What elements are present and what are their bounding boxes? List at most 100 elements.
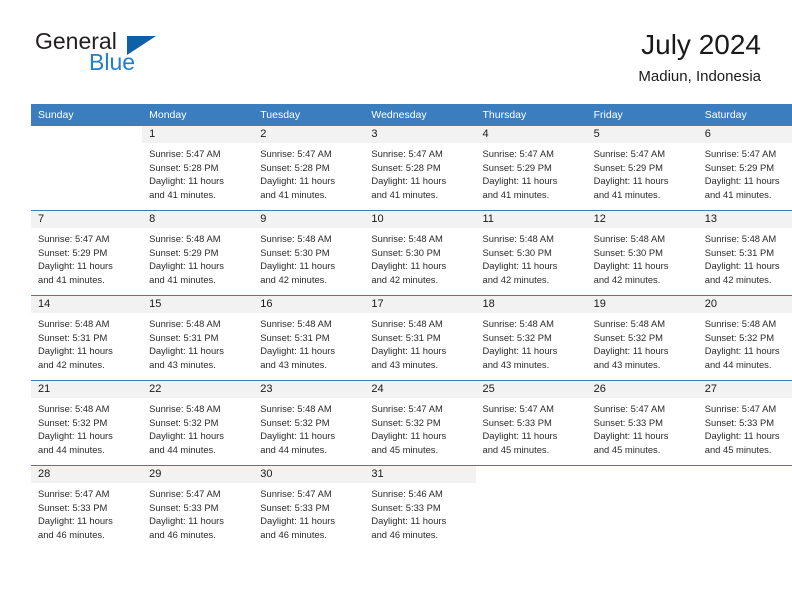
- sunrise-text: Sunrise: 5:47 AM: [482, 148, 554, 159]
- sunset-text: Sunset: 5:31 PM: [371, 331, 441, 343]
- sunrise-text: Sunrise: 5:48 AM: [260, 318, 332, 329]
- daylight-text-line1: Daylight: 11 hours: [593, 345, 669, 357]
- sunset-text: Sunset: 5:33 PM: [482, 416, 552, 428]
- daylight-text-line2: and 42 minutes.: [593, 273, 661, 285]
- day-cell[interactable]: 3 Sunrise: 5:47 AM Sunset: 5:28 PM Daylight…: [364, 126, 476, 211]
- day-cell[interactable]: 23 Sunrise: 5:48 AM Sunset: 5:32 PM Dayligh…: [253, 380, 365, 466]
- day-cell[interactable]: 20 Sunrise: 5:48 AM Sunset: 5:32 PM Dayligh…: [697, 295, 792, 381]
- day-cell[interactable]: [586, 465, 698, 550]
- day-cell[interactable]: 31 Sunrise: 5:46 AM Sunset: 5:33 PM Dayligh…: [364, 465, 476, 550]
- daylight-text-line1: Daylight: 11 hours: [38, 515, 113, 527]
- daylight-text-line1: Daylight: 11 hours: [260, 345, 336, 357]
- daylight-text-line1: Daylight: 11 hours: [482, 345, 558, 357]
- daylight-text-line2: and 43 minutes.: [593, 358, 661, 370]
- sunrise-text: Sunrise: 5:47 AM: [704, 403, 777, 414]
- daylight-text-line2: and 41 minutes.: [482, 188, 550, 200]
- daylight-text-line2: and 45 minutes.: [593, 443, 661, 455]
- day-details: Sunrise: 5:47 AM Sunset: 5:33 PM Daylight:…: [587, 398, 698, 456]
- day-cell[interactable]: 18 Sunrise: 5:48 AM Sunset: 5:32 PM Dayligh…: [475, 295, 587, 381]
- day-cell[interactable]: 22 Sunrise: 5:48 AM Sunset: 5:32 PM Dayligh…: [142, 380, 254, 466]
- day-number: 12: [586, 211, 698, 228]
- day-details: [31, 143, 142, 147]
- daylight-text-line1: Daylight: 11 hours: [593, 430, 669, 442]
- day-cell[interactable]: 9 Sunrise: 5:48 AM Sunset: 5:30 PM Daylight…: [253, 210, 365, 296]
- day-cell[interactable]: 7 Sunrise: 5:47 AM Sunset: 5:29 PM Daylight…: [31, 210, 143, 296]
- day-cell[interactable]: 28 Sunrise: 5:47 AM Sunset: 5:33 PM Dayligh…: [31, 465, 143, 550]
- day-cell[interactable]: 4 Sunrise: 5:47 AM Sunset: 5:29 PM Daylight…: [475, 126, 587, 211]
- sunset-text: Sunset: 5:30 PM: [260, 246, 330, 258]
- day-cell[interactable]: 21 Sunrise: 5:48 AM Sunset: 5:32 PM Dayligh…: [31, 380, 143, 466]
- day-cell[interactable]: 13 Sunrise: 5:48 AM Sunset: 5:31 PM Dayligh…: [697, 210, 792, 296]
- daylight-text-line1: Daylight: 11 hours: [149, 430, 224, 442]
- weekday-header-saturday: Saturday: [697, 104, 792, 126]
- day-cell[interactable]: 16 Sunrise: 5:48 AM Sunset: 5:31 PM Dayligh…: [253, 295, 365, 381]
- daylight-text-line2: and 42 minutes.: [482, 273, 550, 285]
- daylight-text-line1: Daylight: 11 hours: [482, 175, 558, 187]
- daylight-text-line1: Daylight: 11 hours: [149, 345, 224, 357]
- day-cell[interactable]: 19 Sunrise: 5:48 AM Sunset: 5:32 PM Dayligh…: [586, 295, 698, 381]
- sunrise-text: Sunrise: 5:48 AM: [593, 318, 666, 329]
- day-cell[interactable]: [31, 126, 143, 211]
- day-details: Sunrise: 5:48 AM Sunset: 5:29 PM Daylight:…: [142, 228, 253, 286]
- day-cell[interactable]: 14 Sunrise: 5:48 AM Sunset: 5:31 PM Dayligh…: [31, 295, 143, 381]
- sunset-text: Sunset: 5:32 PM: [149, 416, 219, 428]
- day-details: Sunrise: 5:48 AM Sunset: 5:30 PM Daylight:…: [587, 228, 698, 286]
- daylight-text-line1: Daylight: 11 hours: [260, 430, 336, 442]
- sunrise-text: Sunrise: 5:48 AM: [482, 233, 554, 244]
- sunset-text: Sunset: 5:29 PM: [149, 246, 219, 258]
- day-details: Sunrise: 5:47 AM Sunset: 5:29 PM Daylight:…: [476, 143, 587, 201]
- sunset-text: Sunset: 5:28 PM: [260, 161, 330, 173]
- day-details: Sunrise: 5:48 AM Sunset: 5:32 PM Daylight:…: [587, 313, 698, 371]
- sunset-text: Sunset: 5:30 PM: [371, 246, 441, 258]
- sunrise-text: Sunrise: 5:48 AM: [260, 233, 332, 244]
- sunset-text: Sunset: 5:28 PM: [371, 161, 441, 173]
- day-cell[interactable]: 6 Sunrise: 5:47 AM Sunset: 5:29 PM Daylight…: [697, 126, 792, 211]
- daylight-text-line1: Daylight: 11 hours: [371, 430, 447, 442]
- day-cell[interactable]: 26 Sunrise: 5:47 AM Sunset: 5:33 PM Dayligh…: [586, 380, 698, 466]
- day-cell[interactable]: 30 Sunrise: 5:47 AM Sunset: 5:33 PM Dayligh…: [253, 465, 365, 550]
- day-number: 5: [586, 126, 698, 143]
- daylight-text-line2: and 42 minutes.: [371, 273, 439, 285]
- day-cell[interactable]: 8 Sunrise: 5:48 AM Sunset: 5:29 PM Daylight…: [142, 210, 254, 296]
- day-cell[interactable]: 25 Sunrise: 5:47 AM Sunset: 5:33 PM Dayligh…: [475, 380, 587, 466]
- day-cell[interactable]: [475, 465, 587, 550]
- daylight-text-line2: and 41 minutes.: [38, 273, 105, 285]
- day-cell[interactable]: 2 Sunrise: 5:47 AM Sunset: 5:28 PM Daylight…: [253, 126, 365, 211]
- sunrise-text: Sunrise: 5:47 AM: [593, 403, 666, 414]
- day-cell[interactable]: 12 Sunrise: 5:48 AM Sunset: 5:30 PM Dayligh…: [586, 210, 698, 296]
- sunset-text: Sunset: 5:33 PM: [260, 501, 330, 513]
- day-cell[interactable]: [697, 465, 792, 550]
- day-details: [587, 483, 698, 487]
- day-cell[interactable]: 15 Sunrise: 5:48 AM Sunset: 5:31 PM Dayligh…: [142, 295, 254, 381]
- day-cell[interactable]: 11 Sunrise: 5:48 AM Sunset: 5:30 PM Dayligh…: [475, 210, 587, 296]
- sunrise-text: Sunrise: 5:48 AM: [704, 233, 777, 244]
- sunset-text: Sunset: 5:29 PM: [38, 246, 108, 258]
- daylight-text-line1: Daylight: 11 hours: [38, 430, 113, 442]
- day-details: Sunrise: 5:48 AM Sunset: 5:31 PM Daylight:…: [142, 313, 253, 371]
- day-cell[interactable]: 1 Sunrise: 5:47 AM Sunset: 5:28 PM Daylight…: [142, 126, 254, 211]
- daylight-text-line2: and 41 minutes.: [593, 188, 661, 200]
- sunset-text: Sunset: 5:31 PM: [260, 331, 330, 343]
- day-cell[interactable]: 29 Sunrise: 5:47 AM Sunset: 5:33 PM Dayligh…: [142, 465, 254, 550]
- daylight-text-line2: and 43 minutes.: [482, 358, 550, 370]
- daylight-text-line1: Daylight: 11 hours: [704, 175, 780, 187]
- day-cell[interactable]: 10 Sunrise: 5:48 AM Sunset: 5:30 PM Dayligh…: [364, 210, 476, 296]
- day-cell[interactable]: 17 Sunrise: 5:48 AM Sunset: 5:31 PM Dayligh…: [364, 295, 476, 381]
- daylight-text-line2: and 45 minutes.: [704, 443, 772, 455]
- weekday-header-friday: Friday: [586, 104, 698, 126]
- weekday-header-sunday: Sunday: [31, 104, 143, 126]
- day-cell[interactable]: 27 Sunrise: 5:47 AM Sunset: 5:33 PM Dayligh…: [697, 380, 792, 466]
- day-details: Sunrise: 5:47 AM Sunset: 5:28 PM Daylight:…: [364, 143, 475, 201]
- daylight-text-line1: Daylight: 11 hours: [704, 260, 780, 272]
- day-details: Sunrise: 5:48 AM Sunset: 5:32 PM Daylight:…: [142, 398, 253, 456]
- sunrise-text: Sunrise: 5:47 AM: [38, 488, 110, 499]
- day-number: 23: [253, 381, 365, 398]
- day-number: 20: [697, 296, 792, 313]
- day-number: 24: [364, 381, 476, 398]
- day-number: 25: [475, 381, 587, 398]
- sunset-text: Sunset: 5:33 PM: [593, 416, 663, 428]
- day-number: 17: [364, 296, 476, 313]
- day-cell[interactable]: 5 Sunrise: 5:47 AM Sunset: 5:29 PM Daylight…: [586, 126, 698, 211]
- day-cell[interactable]: 24 Sunrise: 5:47 AM Sunset: 5:32 PM Dayligh…: [364, 380, 476, 466]
- sunset-text: Sunset: 5:30 PM: [593, 246, 663, 258]
